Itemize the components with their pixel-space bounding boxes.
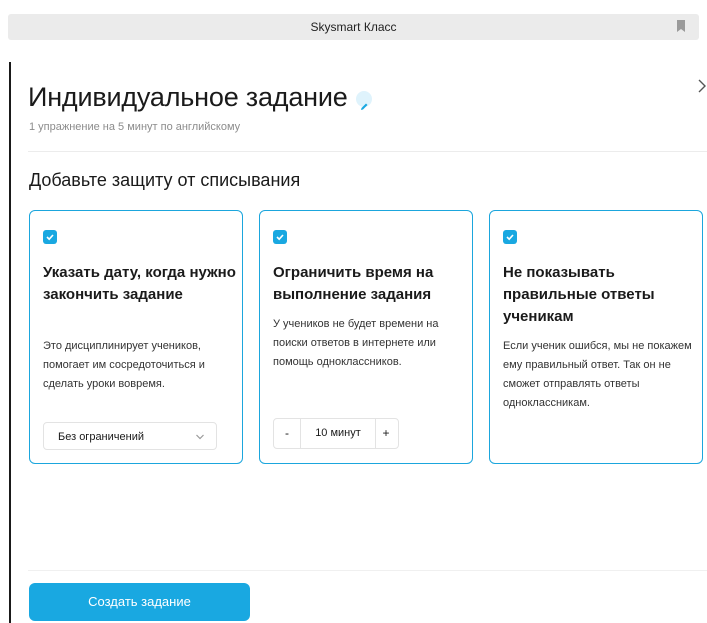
deadline-checkbox[interactable] <box>43 230 57 244</box>
decrement-button[interactable]: - <box>274 419 300 448</box>
check-icon <box>46 234 54 241</box>
section-title: Добавьте защиту от списывания <box>29 170 301 190</box>
protection-card-time-limit: Ограничить время на выполнение задания У… <box>259 210 473 464</box>
card-description: Это дисциплинирует учеников, помогает им… <box>43 340 205 390</box>
chevron-down-icon <box>196 434 204 440</box>
time-limit-checkbox[interactable] <box>273 230 287 244</box>
browser-tab-bar: Skysmart Класс <box>8 14 699 40</box>
protection-card-deadline: Указать дату, когда нужно закончить зада… <box>29 210 243 464</box>
protection-card-hide-answers: Не показывать правильные ответы ученикам… <box>489 210 703 464</box>
card-heading: Ограничить время на выполнение задания <box>273 264 434 303</box>
create-assignment-button[interactable]: Создать задание <box>29 583 250 621</box>
select-value: Без ограничений <box>58 431 144 443</box>
page-subtitle: 1 упражнение на 5 минут по английскому <box>29 121 241 133</box>
hide-answers-checkbox[interactable] <box>503 230 517 244</box>
time-limit-stepper: - 10 минут + <box>273 418 399 449</box>
card-description: У учеников не будет времени на поиски от… <box>273 318 439 368</box>
bookmark-icon[interactable] <box>677 20 685 32</box>
check-icon <box>506 234 514 241</box>
card-description: Если ученик ошибся, мы не покажем ему пр… <box>503 340 692 409</box>
deadline-select[interactable]: Без ограничений <box>43 422 217 450</box>
divider <box>28 151 707 152</box>
divider <box>28 570 707 571</box>
check-icon <box>276 234 284 241</box>
increment-button[interactable]: + <box>374 419 398 448</box>
card-heading: Указать дату, когда нужно закончить зада… <box>43 264 236 303</box>
pencil-icon[interactable] <box>355 91 372 110</box>
page-title: Индивидуальное задание <box>28 82 372 113</box>
chevron-right-icon[interactable] <box>697 78 707 94</box>
page-title-text: Индивидуальное задание <box>28 82 348 112</box>
stepper-value: 10 минут <box>300 419 376 448</box>
tab-title: Skysmart Класс <box>310 20 397 34</box>
card-heading: Не показывать правильные ответы ученикам <box>503 264 655 325</box>
panel-edge-line <box>9 62 11 623</box>
